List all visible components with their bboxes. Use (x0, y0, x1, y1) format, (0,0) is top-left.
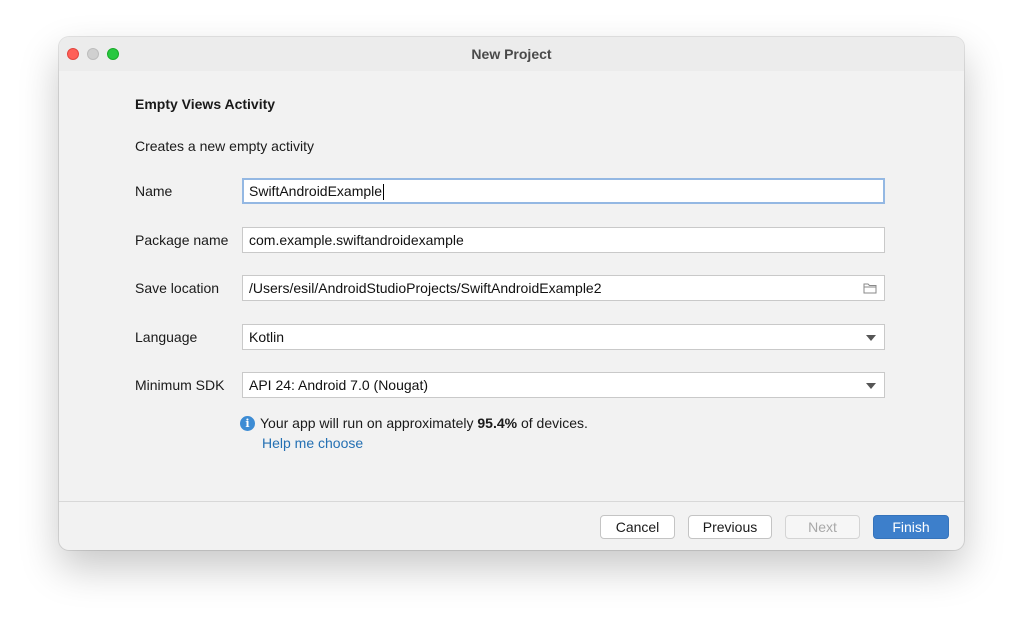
coverage-suffix: of devices. (517, 415, 588, 431)
finish-button[interactable]: Finish (873, 515, 949, 539)
text-caret (383, 184, 385, 201)
minimum-sdk-value: API 24: Android 7.0 (Nougat) (249, 377, 428, 393)
minimum-sdk-label: Minimum SDK (135, 377, 225, 393)
chevron-down-icon (866, 335, 876, 341)
footer-divider (59, 501, 964, 502)
help-me-choose-link[interactable]: Help me choose (262, 435, 363, 451)
window-title: New Project (471, 46, 552, 62)
package-name-label: Package name (135, 232, 229, 248)
template-heading: Empty Views Activity (135, 96, 276, 112)
save-location-label: Save location (135, 280, 220, 296)
language-value: Kotlin (249, 329, 285, 345)
coverage-prefix: Your app will run on approximately (260, 415, 478, 431)
package-name-value: com.example.swiftandroidexample (249, 232, 464, 248)
language-label: Language (135, 329, 198, 345)
save-location-field[interactable]: /Users/esil/AndroidStudioProjects/SwiftA… (242, 275, 885, 301)
new-project-dialog: New Project Empty Views Activity Creates… (59, 37, 964, 550)
info-icon: i (240, 416, 255, 431)
folder-icon[interactable] (863, 282, 877, 294)
next-button[interactable]: Next (785, 515, 860, 539)
package-name-field[interactable]: com.example.swiftandroidexample (242, 227, 885, 253)
name-label: Name (135, 183, 173, 199)
device-coverage-text: Your app will run on approximately 95.4%… (260, 415, 588, 431)
title-bar: New Project (59, 37, 964, 71)
minimum-sdk-select[interactable]: API 24: Android 7.0 (Nougat) (242, 372, 885, 398)
language-select[interactable]: Kotlin (242, 324, 885, 350)
template-description: Creates a new empty activity (135, 138, 314, 154)
name-field-value: SwiftAndroidExample (249, 183, 383, 199)
cancel-button[interactable]: Cancel (600, 515, 675, 539)
name-field[interactable]: SwiftAndroidExample (242, 178, 885, 204)
chevron-down-icon (866, 383, 876, 389)
previous-button[interactable]: Previous (688, 515, 772, 539)
save-location-value: /Users/esil/AndroidStudioProjects/SwiftA… (249, 280, 602, 296)
coverage-percentage: 95.4% (477, 415, 518, 431)
